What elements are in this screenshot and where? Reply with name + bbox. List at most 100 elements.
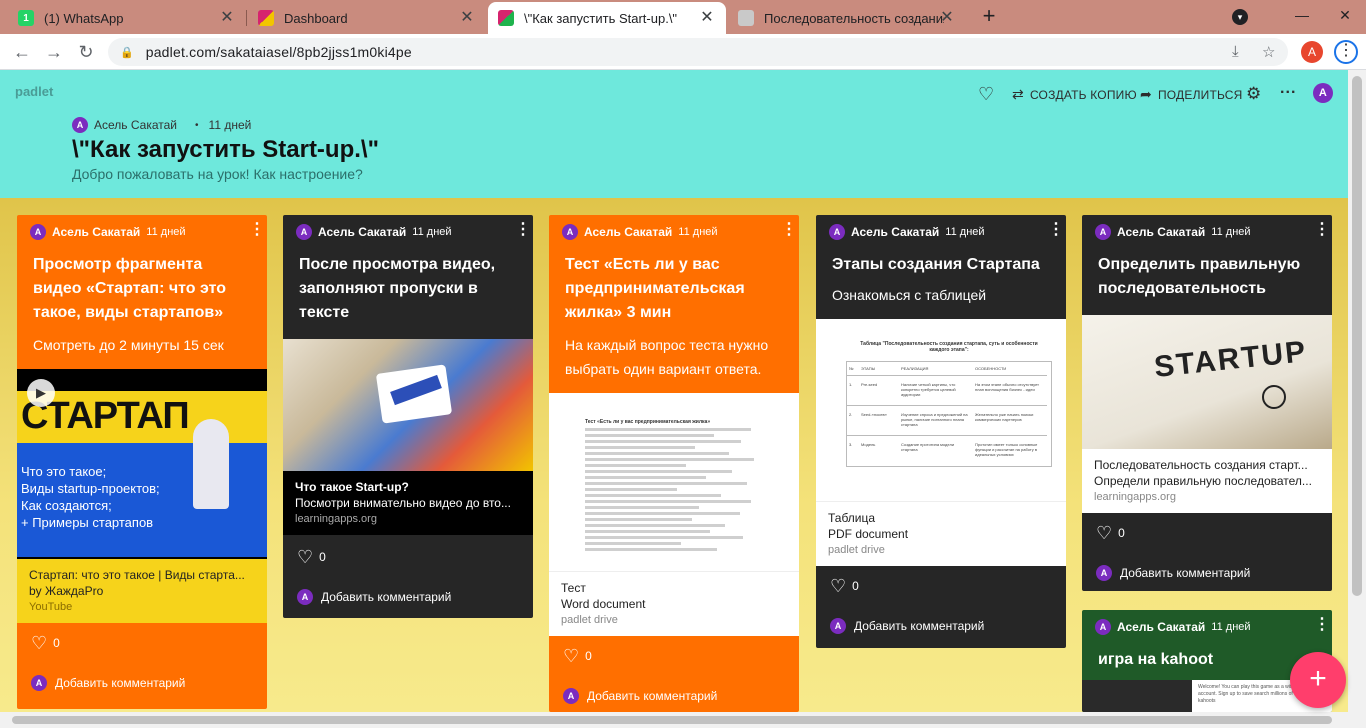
copy-label: СОЗДАТЬ КОПИЮ [1029, 87, 1137, 102]
heart-icon[interactable]: ♡ [563, 646, 579, 667]
like-board-button[interactable]: ♡ [978, 84, 1000, 105]
post-header: A Асель Сакатай 11 дней ⋮ [549, 215, 799, 249]
post-menu-icon[interactable]: ⋮ [515, 222, 531, 238]
horizontal-scrollbar[interactable] [0, 712, 1366, 728]
meta-dot: • [195, 119, 199, 131]
tab-search-icon[interactable]: ▾ [1232, 9, 1248, 25]
heart-icon[interactable]: ♡ [297, 547, 313, 568]
install-icon[interactable]: ⤓ [1232, 43, 1239, 60]
close-icon[interactable]: ✕ [938, 9, 956, 27]
minimize-button[interactable]: — [1280, 0, 1324, 30]
startup-image[interactable]: STARTUP [1082, 315, 1332, 449]
link-preview[interactable]: Таблица PDF document padlet drive [816, 501, 1066, 566]
post-age: 11 дней [678, 226, 718, 238]
doc-line [585, 500, 751, 503]
post-menu-icon[interactable]: ⋮ [1314, 617, 1330, 633]
tab-dashboard[interactable]: Dashboard ✕ [248, 2, 486, 34]
tab-learningapps[interactable]: Последовательность создания с ✕ [728, 2, 966, 34]
board-canvas: A Асель Сакатай 11 дней ⋮ Просмотр фрагм… [0, 198, 1366, 712]
link-preview[interactable]: Что такое Start-up? Посмотри внимательно… [283, 471, 533, 535]
like-count: 0 [852, 579, 859, 593]
settings-gear-icon[interactable]: ⚙ [1246, 84, 1261, 104]
post-header: A Асель Сакатай 11 дней ⋮ [816, 215, 1066, 249]
link-source: learningapps.org [295, 513, 377, 525]
padlet-icon [258, 10, 274, 26]
browser-menu-icon[interactable]: ⋮ [1334, 40, 1358, 64]
add-comment-row[interactable]: A Добавить комментарий [1082, 553, 1332, 591]
bookmark-star-icon[interactable]: ☆ [1262, 43, 1275, 61]
heart-icon[interactable]: ♡ [31, 633, 47, 654]
link-preview[interactable]: Стартап: что это такое | Виды старта... … [17, 559, 267, 623]
post-author: Асель Сакатай [851, 225, 940, 239]
link-source: padlet drive [561, 614, 618, 626]
post-card[interactable]: A Асель Сакатай 11 дней ⋮ Определить пра… [1082, 215, 1332, 591]
post-card[interactable]: A Асель Сакатай 11 дней ⋮ Этапы создания… [816, 215, 1066, 648]
close-icon[interactable]: ✕ [458, 9, 476, 27]
reload-icon[interactable]: ↻ [74, 40, 98, 64]
smiley-icon [1262, 385, 1286, 409]
more-options-icon[interactable]: ··· [1280, 84, 1297, 102]
post-card[interactable]: A Асель Сакатай 11 дней ⋮ Просмотр фрагм… [17, 215, 267, 709]
author-name: Асель Сакатай [94, 118, 178, 132]
add-comment-row[interactable]: A Добавить комментарий [283, 577, 533, 617]
link-preview[interactable]: Тест Word document padlet drive [549, 571, 799, 636]
author-avatar: A [297, 589, 313, 605]
link-preview[interactable]: Последовательность создания старт... Опр… [1082, 449, 1332, 513]
scrollbar-thumb[interactable] [1352, 76, 1362, 596]
add-post-button[interactable]: + [1290, 652, 1346, 708]
table-cell: Модель [861, 442, 876, 447]
new-tab-button[interactable]: + [976, 3, 1002, 29]
add-comment-row[interactable]: A Добавить комментарий [17, 663, 267, 703]
post-menu-icon[interactable]: ⋮ [249, 222, 265, 238]
user-avatar[interactable]: A [1313, 83, 1333, 103]
post-card[interactable]: A Асель Сакатай 11 дней ⋮ После просмотр… [283, 215, 533, 618]
post-body: Ознакомься с таблицей [832, 287, 987, 303]
post-age: 11 дней [1211, 621, 1251, 633]
forward-icon[interactable]: → [42, 40, 66, 64]
post-title: После просмотра видео, заполняют пропуск… [299, 256, 496, 321]
profile-avatar[interactable]: A [1301, 41, 1323, 63]
post-menu-icon[interactable]: ⋮ [1314, 222, 1330, 238]
post-author: Асель Сакатай [584, 225, 673, 239]
back-icon[interactable]: ← [10, 40, 34, 64]
vertical-scrollbar[interactable] [1348, 70, 1366, 712]
url-field[interactable]: 🔒 padlet.com/sakataiasel/8pb2jjss1m0ki4p… [108, 38, 1288, 66]
post-menu-icon[interactable]: ⋮ [781, 222, 797, 238]
heart-icon[interactable]: ♡ [830, 576, 846, 597]
add-comment-row[interactable]: A Добавить комментарий [816, 606, 1066, 646]
copy-board-button[interactable]: ⇄ СОЗДАТЬ КОПИЮ [1012, 86, 1137, 103]
tab-startup-padlet[interactable]: \"Как запустить Start-up.\" ✕ [488, 2, 726, 34]
heart-icon: ♡ [978, 84, 995, 104]
close-icon[interactable]: ✕ [698, 9, 716, 27]
author-avatar: A [72, 117, 88, 133]
table-cell: Pre-seed [859, 376, 899, 406]
post-card[interactable]: A Асель Сакатай 11 дней ⋮ игра на kahoot… [1082, 610, 1332, 712]
link-source: padlet drive [828, 544, 885, 556]
board-subtitle: Добро пожаловать на урок! Как настроение… [72, 166, 363, 182]
close-window-button[interactable]: ✕ [1324, 0, 1366, 30]
post-menu-icon[interactable]: ⋮ [1048, 222, 1064, 238]
padlet-logo[interactable]: padlet [15, 84, 53, 99]
close-icon[interactable]: ✕ [218, 9, 236, 27]
heart-icon[interactable]: ♡ [1096, 523, 1112, 544]
post-title: Этапы создания Стартапа [832, 256, 1040, 273]
doc-line [585, 548, 718, 551]
post-card[interactable]: A Асель Сакатай 11 дней ⋮ Тест «Есть ли … [549, 215, 799, 712]
post-age: 11 дней [146, 226, 186, 238]
link-title: Что такое Start-up? [295, 480, 409, 494]
tab-whatsapp[interactable]: 1 (1) WhatsApp ✕ [8, 2, 246, 34]
document-preview[interactable]: Тест «Есть ли у вас предпринимательская … [549, 393, 799, 571]
doc-line [585, 440, 742, 443]
add-comment-label: Добавить комментарий [55, 676, 186, 690]
share-button[interactable]: ➦ ПОДЕЛИТЬСЯ [1140, 86, 1243, 103]
startup-image[interactable] [283, 339, 533, 471]
link-description: PDF document [828, 527, 909, 541]
play-icon[interactable]: ▶ [27, 379, 55, 407]
scrollbar-thumb[interactable] [12, 716, 1332, 724]
table-cell: 3. [849, 442, 853, 447]
pdf-preview[interactable]: Таблица "Последовательность создания ста… [816, 319, 1066, 501]
add-comment-row[interactable]: A Добавить комментарий [549, 676, 799, 712]
like-count: 0 [319, 550, 326, 564]
video-thumbnail[interactable]: СТАРТАП Что это такое; Виды startup-прое… [17, 369, 267, 559]
url-text: padlet.com/sakataiasel/8pb2jjss1m0ki4pe [145, 44, 412, 60]
